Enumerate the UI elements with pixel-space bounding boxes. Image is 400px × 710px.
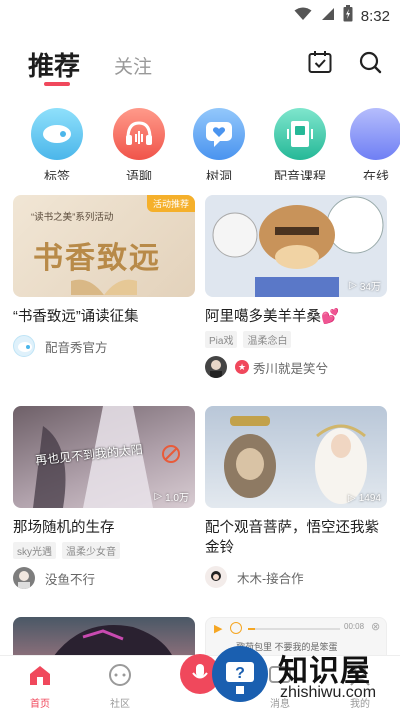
video-thumbnail: 再也见不到我的太阳 ▷ 1.0万 bbox=[13, 406, 195, 508]
close-icon[interactable]: ⊗ bbox=[371, 620, 380, 633]
nav-community[interactable]: 社区 bbox=[90, 664, 150, 710]
category-label: 树洞 bbox=[205, 169, 232, 180]
tag-chip[interactable]: 温柔少女音 bbox=[62, 542, 120, 559]
play-count: ▷ 34万 bbox=[349, 280, 381, 293]
category-label: 标签 bbox=[43, 169, 70, 180]
card-author[interactable]: 配音秀官方 bbox=[13, 335, 195, 357]
play-icon: ▷ bbox=[349, 280, 357, 291]
calendar-check-icon bbox=[307, 49, 333, 80]
battery-icon bbox=[343, 5, 353, 27]
wifi-icon bbox=[294, 7, 312, 26]
category-label: 在线 bbox=[362, 169, 389, 180]
anime-character-thumbnail bbox=[53, 625, 173, 657]
community-icon bbox=[108, 664, 132, 690]
status-time: 8:32 bbox=[360, 7, 390, 25]
signal-icon bbox=[320, 7, 335, 26]
audio-progress-fill bbox=[248, 628, 256, 630]
online-icon bbox=[350, 108, 400, 160]
video-thumbnail: ▷ 1494 bbox=[205, 406, 387, 508]
category-label: 语聊 bbox=[125, 169, 152, 180]
card-tags: sky光遇 温柔少女音 bbox=[13, 542, 195, 559]
card-title: 配个观音菩萨，悟空还我紫金铃 bbox=[205, 520, 379, 556]
card-title: “书香致远”诵读征集 bbox=[13, 309, 139, 325]
clock-icon bbox=[230, 622, 242, 634]
category-online[interactable]: 在线 bbox=[344, 108, 400, 180]
watermark-url: zhishiwu.com bbox=[280, 684, 377, 701]
heart-chat-icon bbox=[193, 108, 245, 160]
status-bar: 8:32 bbox=[0, 0, 400, 28]
tag-chip[interactable]: 温柔念白 bbox=[243, 331, 292, 348]
card-author[interactable]: ★ 秀川就是笑兮 bbox=[205, 356, 387, 378]
card-author[interactable]: 木木-接合作 bbox=[205, 566, 387, 588]
home-icon bbox=[28, 666, 52, 690]
tag-chip[interactable]: sky光遇 bbox=[13, 542, 56, 559]
top-tabs: 推荐 关注 bbox=[0, 40, 400, 90]
card-tags: Pia戏 温柔念白 bbox=[205, 331, 387, 348]
category-dubbing-course[interactable]: 配音课程 bbox=[268, 108, 332, 180]
avatar[interactable] bbox=[205, 566, 227, 588]
search-button[interactable] bbox=[356, 50, 384, 78]
course-icon bbox=[274, 108, 326, 160]
play-icon[interactable]: ▶ bbox=[214, 622, 222, 635]
banner-subtitle: “读书之美”系列活动 bbox=[31, 212, 114, 223]
feed-card[interactable]: ▷ 1494 配个观音菩萨，悟空还我紫金铃 木木-接合作 bbox=[205, 406, 387, 588]
activity-badge: 活动推荐 bbox=[146, 195, 195, 212]
avatar[interactable] bbox=[13, 567, 35, 589]
tag-chip[interactable]: Pia戏 bbox=[205, 331, 238, 348]
tag-category-icon bbox=[31, 108, 83, 160]
play-icon: ▷ bbox=[154, 491, 163, 502]
nav-label: 首页 bbox=[30, 699, 50, 710]
card-author[interactable]: 没鱼不行 bbox=[13, 567, 195, 589]
headphones-icon bbox=[113, 108, 165, 160]
activity-banner-thumbnail: 活动推荐 “读书之美”系列活动 书香致远 bbox=[13, 195, 195, 297]
video-thumbnail: ▷ 34万 bbox=[205, 195, 387, 297]
audio-progress-track[interactable] bbox=[248, 628, 340, 630]
feed-card[interactable]: 活动推荐 “读书之美”系列活动 书香致远 “书香致远”诵读征集 配音秀官方 bbox=[13, 195, 195, 357]
author-name: 没鱼不行 bbox=[45, 572, 96, 587]
svg-text:?: ? bbox=[235, 665, 245, 682]
tab-recommend[interactable]: 推荐 bbox=[28, 46, 80, 83]
vip-star-icon: ★ bbox=[235, 360, 249, 374]
checkin-calendar-button[interactable] bbox=[306, 50, 334, 78]
avatar[interactable] bbox=[13, 335, 35, 357]
play-count: ▷ 1494 bbox=[348, 493, 381, 504]
author-name: 秀川就是笑兮 bbox=[253, 361, 329, 376]
card-title: 那场随机的生存 bbox=[13, 520, 115, 536]
open-book-icon bbox=[71, 279, 137, 295]
author-name: 配音秀官方 bbox=[45, 340, 108, 355]
search-icon bbox=[358, 50, 382, 79]
category-voice-chat[interactable]: 语聊 bbox=[107, 108, 171, 180]
play-count: ▷ 1.0万 bbox=[154, 491, 189, 504]
audio-time: 00:08 bbox=[344, 622, 365, 631]
category-row: 标签 语聊 树洞 配音课程 在线 bbox=[0, 108, 400, 180]
play-icon: ▷ bbox=[348, 493, 356, 504]
tab-follow[interactable]: 关注 bbox=[114, 52, 152, 79]
watermark: ? 知识屋 zhishiwu.com bbox=[208, 640, 400, 710]
nav-label: 社区 bbox=[110, 699, 130, 710]
category-tags[interactable]: 标签 bbox=[25, 108, 89, 180]
active-tab-indicator bbox=[44, 82, 70, 86]
watermark-logo-icon: ? bbox=[212, 646, 268, 702]
author-name: 木木-接合作 bbox=[237, 571, 304, 586]
feed-card[interactable]: ▷ 34万 阿里噶多美羊羊桑💕 Pia戏 温柔念白 ★ 秀川就是笑兮 bbox=[205, 195, 387, 378]
category-tree-hole[interactable]: 树洞 bbox=[187, 108, 251, 180]
feed-card[interactable]: 再也见不到我的太阳 ▷ 1.0万 那场随机的生存 sky光遇 温柔少女音 没鱼不行 bbox=[13, 406, 195, 589]
avatar[interactable] bbox=[205, 356, 227, 378]
category-label: 配音课程 bbox=[273, 169, 326, 180]
card-title: 阿里噶多美羊羊桑💕 bbox=[205, 309, 340, 325]
feed-card-partial[interactable] bbox=[13, 617, 195, 657]
nav-home[interactable]: 首页 bbox=[10, 664, 70, 710]
